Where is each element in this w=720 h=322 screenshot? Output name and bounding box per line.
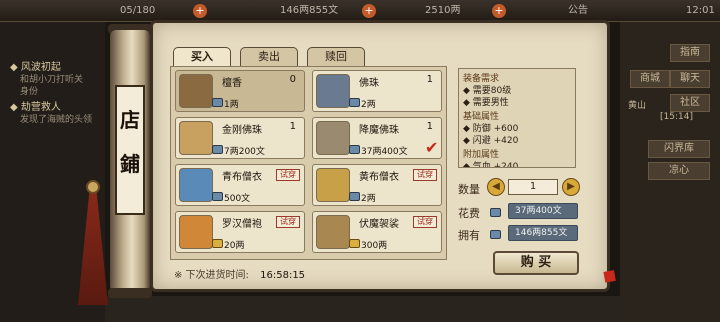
restock-label: ※ 下次进货时间: bbox=[174, 270, 249, 281]
base-line: ◆ 闪避 +420 bbox=[463, 136, 519, 146]
item-count: 1 bbox=[426, 121, 433, 132]
item-name: 降魔佛珠 bbox=[359, 125, 399, 136]
community-button[interactable]: 社区 bbox=[670, 94, 710, 112]
gold-ingot-icon bbox=[212, 239, 223, 248]
arhat-robe-icon bbox=[179, 215, 213, 249]
item-slot-vajra-beads[interactable]: 金刚佛珠 1 7两200文 bbox=[175, 117, 305, 159]
item-detail-box: 装备需求 ◆ 需要80级 ◆ 需要男性 基础属性 ◆ 防御 +600 ◆ 闪避 … bbox=[458, 68, 576, 168]
req-line: ◆ 需要男性 bbox=[463, 98, 509, 108]
yellow-robe-icon bbox=[316, 168, 350, 202]
coin-icon bbox=[212, 192, 223, 201]
quest-desc: 身份 bbox=[20, 87, 39, 97]
item-count: 0 bbox=[289, 74, 296, 85]
cost-label: 花费 bbox=[458, 207, 480, 220]
item-name: 青布僧衣 bbox=[222, 172, 262, 183]
coin-icon bbox=[349, 98, 360, 107]
top-resource-bar: 05/180 + 146两855文 + 2510两 + 公告 12:01 bbox=[0, 0, 720, 22]
side-item-1[interactable]: 闪界库 bbox=[648, 140, 710, 158]
gold-value: 2510两 bbox=[425, 5, 461, 16]
try-on-button[interactable]: 试穿 bbox=[413, 216, 437, 228]
try-on-button[interactable]: 试穿 bbox=[276, 216, 300, 228]
restock-timer: ※ 下次进货时间: 16:58:15 bbox=[174, 266, 305, 281]
increase-quantity-button[interactable]: ▶ bbox=[562, 178, 580, 196]
extra-line: ◆ 气血 +240 bbox=[463, 162, 519, 168]
clock: 12:01 bbox=[686, 5, 715, 16]
add-gold-button[interactable]: + bbox=[492, 4, 506, 18]
tab-buy[interactable]: 买入 bbox=[173, 47, 231, 67]
add-energy-button[interactable]: + bbox=[193, 4, 207, 18]
try-on-button[interactable]: 试穿 bbox=[276, 169, 300, 181]
mall-button[interactable]: 商城 bbox=[630, 70, 670, 88]
item-name: 黄布僧衣 bbox=[359, 172, 399, 183]
silver-value: 146两855文 bbox=[280, 5, 339, 16]
item-count: 1 bbox=[289, 121, 296, 132]
item-name: 佛珠 bbox=[359, 78, 379, 89]
tab-sell[interactable]: 卖出 bbox=[240, 47, 298, 67]
buy-button[interactable]: 购 买 bbox=[493, 251, 579, 275]
item-slot-kasaya[interactable]: 伏魔袈裟 试穿 300两 bbox=[312, 211, 442, 253]
chat-button[interactable]: 聊天 bbox=[670, 70, 710, 88]
guide-button[interactable]: 指南 bbox=[670, 44, 710, 62]
item-count: 1 bbox=[426, 74, 433, 85]
quantity-input[interactable]: 1 bbox=[508, 179, 558, 195]
quest-desc: 发现了海贼的头领 bbox=[20, 115, 93, 125]
blue-robe-icon bbox=[179, 168, 213, 202]
knot-decoration bbox=[86, 180, 100, 194]
cost-value: 37两400文 bbox=[508, 203, 578, 219]
red-seal-logo: ■ bbox=[601, 266, 618, 286]
coin-icon bbox=[490, 230, 501, 239]
selected-check-icon: ✔ bbox=[425, 138, 439, 157]
item-slot-demon-beads[interactable]: 降魔佛珠 1 37两400文 ✔ bbox=[312, 117, 442, 159]
item-price: 500文 bbox=[224, 194, 251, 204]
quest-title[interactable]: ◆ 劫营救人 bbox=[10, 98, 61, 113]
owned-label: 拥有 bbox=[458, 229, 480, 242]
gold-ingot-icon bbox=[349, 239, 360, 248]
prayer-beads-icon bbox=[316, 74, 350, 108]
coin-icon bbox=[349, 145, 360, 154]
notice-link[interactable]: 公告 bbox=[568, 3, 588, 19]
item-grid: 檀香 0 1两 佛珠 1 2两 金刚佛珠 1 7两200文 降魔佛珠 1 37两… bbox=[170, 66, 447, 260]
decrease-quantity-button[interactable]: ◀ bbox=[487, 178, 505, 196]
quest-title[interactable]: ◆ 风波初起 bbox=[10, 58, 61, 73]
item-price: 2两 bbox=[361, 100, 376, 110]
location-label: 黄山 bbox=[628, 101, 647, 111]
side-item-2[interactable]: 凉心 bbox=[648, 162, 710, 180]
energy-value: 05/180 bbox=[120, 5, 156, 16]
coin-icon bbox=[212, 145, 223, 154]
incense-icon bbox=[179, 74, 213, 108]
item-name: 罗汉僧袍 bbox=[222, 219, 262, 230]
item-slot-arhat-robe[interactable]: 罗汉僧袍 试穿 20两 bbox=[175, 211, 305, 253]
add-silver-button[interactable]: + bbox=[362, 4, 376, 18]
golden-beads-icon bbox=[179, 121, 213, 155]
item-price: 37两400文 bbox=[361, 147, 408, 157]
try-on-button[interactable]: 试穿 bbox=[413, 169, 437, 181]
coin-icon bbox=[212, 98, 223, 107]
demon-beads-icon bbox=[316, 121, 350, 155]
item-name: 伏魔袈裟 bbox=[359, 219, 399, 230]
item-price: 1两 bbox=[224, 100, 239, 110]
item-price: 300两 bbox=[361, 241, 388, 251]
side-menu: 指南 聊天 商城 社区 黄山 [15:14] 闪界库 凉心 bbox=[620, 22, 720, 322]
item-price: 20两 bbox=[224, 241, 245, 251]
item-slot-beads[interactable]: 佛珠 1 2两 bbox=[312, 70, 442, 112]
location-time: [15:14] bbox=[660, 112, 693, 122]
item-slot-blue-robe[interactable]: 青布僧衣 试穿 500文 bbox=[175, 164, 305, 206]
tab-redeem[interactable]: 赎回 bbox=[307, 47, 365, 67]
scroll-cap-bottom bbox=[108, 288, 152, 298]
bottom-bar bbox=[105, 296, 620, 322]
item-price: 7两200文 bbox=[224, 147, 265, 157]
item-slot-sandalwood[interactable]: 檀香 0 1两 bbox=[175, 70, 305, 112]
restock-time: 16:58:15 bbox=[260, 270, 306, 281]
item-slot-yellow-robe[interactable]: 黄布僧衣 试穿 2两 bbox=[312, 164, 442, 206]
item-name: 金刚佛珠 bbox=[222, 125, 262, 136]
coin-icon bbox=[349, 192, 360, 201]
quantity-label: 数量 bbox=[458, 183, 480, 196]
coin-icon bbox=[490, 208, 501, 217]
owned-value: 146两855文 bbox=[508, 225, 578, 241]
shop-sign-text: 店 鋪 bbox=[120, 108, 140, 176]
item-price: 2两 bbox=[361, 194, 376, 204]
shop-sign: 店 鋪 bbox=[115, 85, 145, 215]
kasaya-icon bbox=[316, 215, 350, 249]
item-name: 檀香 bbox=[222, 78, 242, 89]
